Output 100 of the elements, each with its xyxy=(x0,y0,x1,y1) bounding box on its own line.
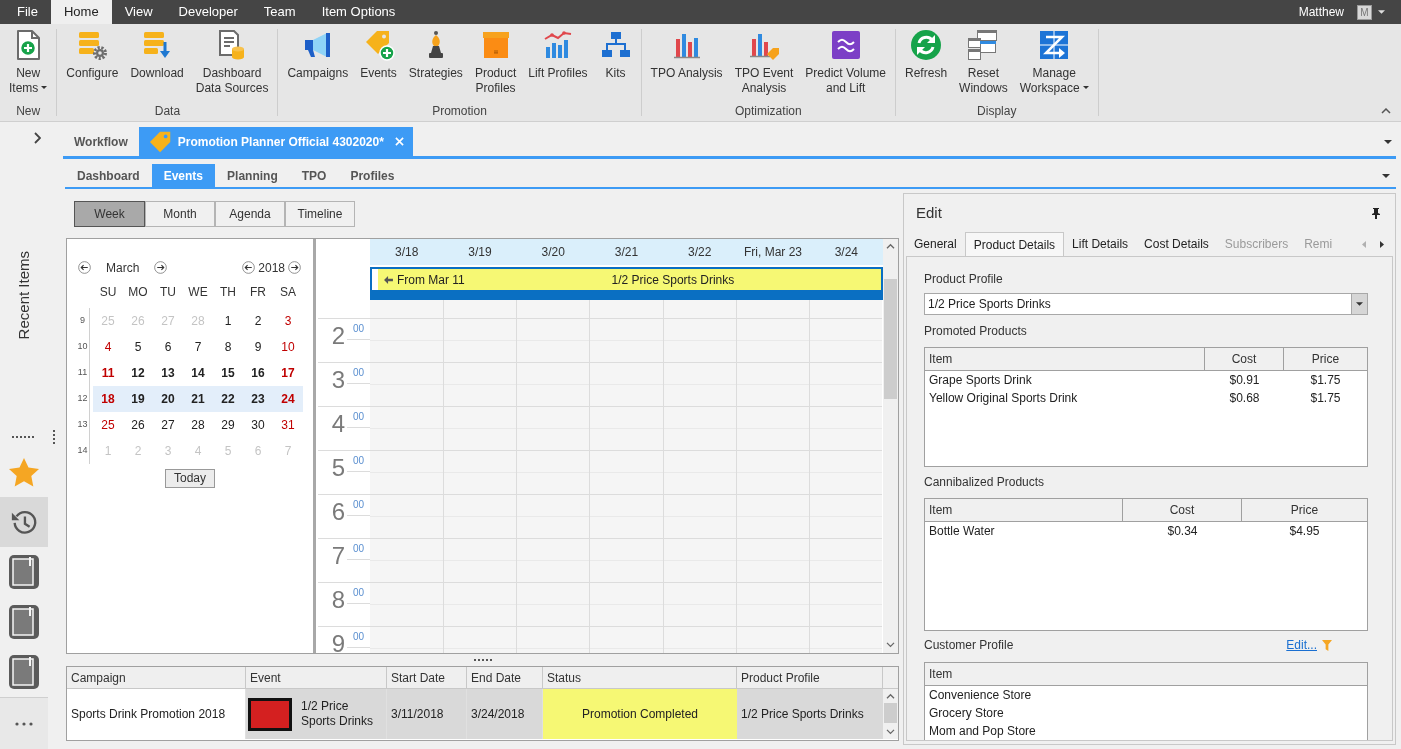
chevron-up-icon[interactable] xyxy=(886,243,895,250)
column-header[interactable]: Item xyxy=(925,499,1123,521)
caret-down-icon[interactable] xyxy=(1384,139,1392,144)
section-tab[interactable]: Dashboard xyxy=(65,164,152,187)
section-tab[interactable]: Profiles xyxy=(338,164,407,187)
ribbon-button[interactable]: TPO Event Analysis xyxy=(728,29,800,96)
caret-down-icon[interactable] xyxy=(1378,10,1385,14)
calendar-day[interactable]: 2 xyxy=(243,308,273,334)
ribbon-button[interactable]: Configure xyxy=(60,29,125,81)
today-button[interactable]: Today xyxy=(165,469,215,488)
calendar-day[interactable]: 4 xyxy=(93,334,123,360)
section-tab[interactable]: Planning xyxy=(215,164,290,187)
calendar-day[interactable]: 8 xyxy=(213,334,243,360)
column-header[interactable]: Start Date xyxy=(387,667,467,689)
scrollbar-thumb[interactable] xyxy=(884,703,897,723)
sidebar-tab[interactable]: Recent Items xyxy=(14,251,34,340)
calendar-day[interactable]: 15 xyxy=(213,360,243,386)
column-header[interactable]: Cost xyxy=(1123,499,1242,521)
calendar-day[interactable]: 1 xyxy=(213,308,243,334)
menu-tab[interactable]: Item Options xyxy=(308,0,409,24)
ribbon-button[interactable]: Download xyxy=(124,29,190,81)
calendar-day[interactable]: 28 xyxy=(183,412,213,438)
chevron-up-icon[interactable] xyxy=(886,693,895,700)
chevron-right-icon[interactable] xyxy=(34,132,41,144)
panel-tab[interactable]: Lift Details xyxy=(1064,232,1137,256)
ribbon-button[interactable]: Refresh xyxy=(899,29,954,81)
ribbon-button[interactable]: Lift Profiles xyxy=(522,29,594,81)
caret-down-icon[interactable] xyxy=(1382,173,1390,178)
calendar-day[interactable]: 18 xyxy=(93,386,123,412)
calendar-day[interactable]: 13 xyxy=(153,360,183,386)
ribbon-button[interactable]: Manage Workspace xyxy=(1013,29,1095,96)
ribbon-button[interactable]: TPO Analysis xyxy=(644,29,729,81)
calendar-day[interactable]: 9 xyxy=(243,334,273,360)
panel-tab[interactable]: Cost Details xyxy=(1136,232,1217,256)
calendar-day[interactable]: 23 xyxy=(243,386,273,412)
menu-tab[interactable]: Team xyxy=(250,0,309,24)
document-tab[interactable]: Workflow xyxy=(63,127,139,156)
circled-arrow-right-icon[interactable] xyxy=(288,261,301,274)
calendar-day[interactable]: 30 xyxy=(243,412,273,438)
triangle-right-icon[interactable] xyxy=(1380,240,1384,248)
column-header[interactable]: Cost xyxy=(1205,348,1284,370)
column-header[interactable]: Status xyxy=(543,667,737,689)
calendar-day[interactable]: 21 xyxy=(183,386,213,412)
day-column-header[interactable]: 3/20 xyxy=(516,239,590,265)
calendar-day[interactable]: 7 xyxy=(183,334,213,360)
menu-tab[interactable]: File xyxy=(4,0,51,24)
chevron-down-icon[interactable] xyxy=(886,729,895,736)
panel-tab[interactable]: General xyxy=(906,232,965,256)
circled-arrow-right-icon[interactable] xyxy=(154,261,168,274)
ribbon-button[interactable]: Campaigns xyxy=(281,29,355,81)
column-header[interactable]: Product Profile xyxy=(737,667,883,689)
edit-link[interactable]: Edit... xyxy=(1286,638,1317,652)
view-button[interactable]: Month xyxy=(145,201,215,227)
ribbon-button[interactable]: Reset Windows xyxy=(953,29,1014,96)
day-column-header[interactable]: 3/18 xyxy=(370,239,444,265)
calendar-day[interactable]: 19 xyxy=(123,386,153,412)
day-column-header[interactable]: 3/24 xyxy=(809,239,883,265)
column-header[interactable]: Price xyxy=(1284,348,1367,370)
calendar-day[interactable]: 3 xyxy=(273,308,303,334)
menu-tab[interactable]: Home xyxy=(50,0,112,24)
vertical-scrollbar[interactable] xyxy=(883,239,898,653)
ribbon-button[interactable]: New Items xyxy=(3,29,54,96)
column-header[interactable]: Item xyxy=(925,663,1367,685)
day-column-header[interactable]: 3/19 xyxy=(443,239,517,265)
calendar-day[interactable]: 17 xyxy=(273,360,303,386)
selected-week-highlight[interactable]: 18 19 20 21 22 23 24 xyxy=(93,386,303,412)
calendar-day[interactable]: 11 xyxy=(93,360,123,386)
calendar-day[interactable]: 31 xyxy=(273,412,303,438)
ribbon-button[interactable]: Events xyxy=(354,29,403,81)
table-row[interactable]: Sports Drink Promotion 2018 1/2 Price Sports Drinks 3/11/2018 3/24/2018 Promotion Completed 1/2 Price Sports Drinks xyxy=(67,689,898,739)
section-tab[interactable]: TPO xyxy=(289,164,339,187)
view-button[interactable]: Week xyxy=(74,201,145,227)
ribbon-button[interactable]: Kits xyxy=(593,29,638,81)
day-column-header[interactable]: 3/21 xyxy=(589,239,664,265)
day-column-header[interactable]: Fri, Mar 23 xyxy=(736,239,810,265)
calendar-day[interactable]: 16 xyxy=(243,360,273,386)
ribbon-button[interactable]: Product Profiles xyxy=(468,29,523,96)
panel-tab[interactable]: Product Details xyxy=(964,232,1065,256)
calendar-day[interactable]: 5 xyxy=(123,334,153,360)
column-header[interactable]: Price xyxy=(1242,499,1367,521)
ribbon-button[interactable]: Dashboard Data Sources xyxy=(189,29,275,96)
user-name[interactable]: Matthew xyxy=(1298,3,1344,21)
chevron-up-icon[interactable] xyxy=(1381,108,1391,114)
calendar-day[interactable]: 26 xyxy=(123,412,153,438)
event-bar[interactable]: From Mar 11 1/2 Price Sports Drinks xyxy=(370,267,883,300)
calendar-day[interactable]: 29 xyxy=(213,412,243,438)
day-column-header[interactable]: 3/22 xyxy=(663,239,737,265)
chevron-down-icon[interactable] xyxy=(886,642,895,649)
pin-icon[interactable] xyxy=(1372,207,1380,219)
circled-arrow-left-icon[interactable] xyxy=(242,261,256,274)
calendar-day[interactable]: 12 xyxy=(123,360,153,386)
view-button[interactable]: Agenda xyxy=(215,201,285,227)
calendar-day[interactable]: 20 xyxy=(153,386,183,412)
calendar-day[interactable]: 27 xyxy=(153,412,183,438)
calendar-day[interactable]: 22 xyxy=(213,386,243,412)
column-header[interactable]: Event xyxy=(246,667,387,689)
column-header[interactable]: End Date xyxy=(467,667,543,689)
column-header[interactable]: Item xyxy=(925,348,1205,370)
dropdown-button[interactable] xyxy=(1351,294,1367,314)
close-icon[interactable] xyxy=(394,137,404,146)
